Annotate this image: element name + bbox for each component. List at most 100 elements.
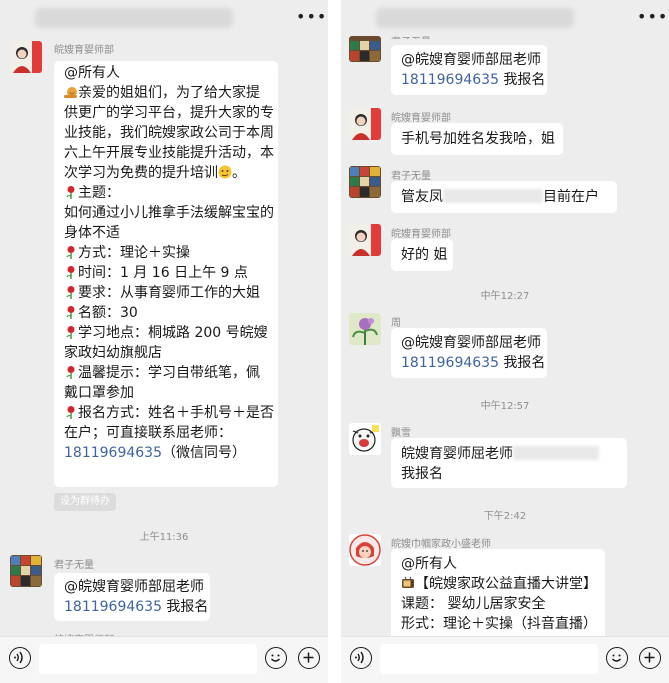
rose-emoji bbox=[64, 285, 78, 299]
input-bar bbox=[341, 636, 669, 683]
chat-pane-left: ••• 皖嫂育婴师部 @所有人 亲爱的姐姐们，为了给大家提 供更广的学习平台，提… bbox=[0, 0, 328, 683]
input-bar bbox=[0, 636, 328, 683]
message-line: @皖嫂育婴师部屈老师 bbox=[64, 579, 204, 595]
avatar[interactable] bbox=[10, 41, 42, 73]
sender-name: 皖嫂巾帼家政小盛老师 bbox=[391, 539, 491, 550]
phone-link[interactable]: 18119694635 bbox=[64, 599, 162, 615]
message-line: 方式：理论＋实操 bbox=[64, 243, 268, 263]
phone-link[interactable]: 18119694635 bbox=[64, 445, 162, 461]
message-line: 管友凤 目前在户 bbox=[401, 189, 599, 205]
snail-emoji bbox=[64, 85, 78, 99]
message-line: 时间：1 月 16 日上午 9 点 bbox=[64, 263, 268, 283]
message-line: 学习地点：桐城路 200 号皖嫂 bbox=[64, 323, 268, 343]
message-line: 手机号加姓名发我哈，姐 bbox=[401, 131, 555, 147]
message-line: 在户；可直接联系屈老师： bbox=[64, 425, 232, 441]
message-line: 身体不适 bbox=[64, 225, 120, 241]
plus-icon[interactable] bbox=[298, 647, 320, 669]
rose-emoji bbox=[64, 405, 78, 419]
message-line: 报名方式：姓名＋手机号＋是否 bbox=[64, 403, 274, 423]
avatar[interactable] bbox=[349, 166, 381, 198]
sender-name: 皖嫂育婴师部 bbox=[54, 45, 114, 56]
message-line: @皖嫂育婴师部屈老师 bbox=[401, 335, 541, 351]
smirk-emoji bbox=[218, 165, 232, 179]
message-line: 我报名 bbox=[401, 466, 443, 482]
message-input[interactable] bbox=[380, 644, 598, 674]
sender-name: 皖嫂育婴师部 bbox=[391, 113, 451, 124]
rose-emoji bbox=[64, 245, 78, 259]
message-line: 次学习为免费的提升培训。 bbox=[64, 165, 246, 181]
message-line: @所有人 bbox=[64, 65, 120, 81]
rose-emoji bbox=[64, 365, 78, 379]
message-line: 家政妇幼旗舰店 bbox=[64, 345, 162, 361]
chat-pane-right: ••• 君子无量 @皖嫂育婴师部屈老师 18119694635 我报名 皖嫂育婴… bbox=[341, 0, 669, 683]
rose-emoji bbox=[64, 305, 78, 319]
message-line: 亲爱的姐姐们，为了给大家提 bbox=[64, 83, 268, 103]
set-group-todo-button[interactable]: 设为群待办 bbox=[54, 493, 116, 511]
rose-emoji bbox=[64, 185, 78, 199]
message-bubble[interactable]: @皖嫂育婴师部屈老师 18119694635 我报名 bbox=[54, 573, 210, 621]
message-line: 18119694635（微信同号） bbox=[64, 445, 246, 461]
redacted-text bbox=[513, 446, 599, 460]
message-line: 戴口罩参加 bbox=[64, 385, 134, 401]
sender-name: 周 bbox=[391, 318, 401, 329]
chat-title-blurred bbox=[376, 8, 574, 28]
avatar[interactable] bbox=[349, 534, 381, 566]
plus-icon[interactable] bbox=[639, 647, 661, 669]
message-line: 要求：从事育婴师工作的大姐 bbox=[64, 283, 268, 303]
avatar[interactable] bbox=[349, 36, 381, 62]
message-line: 主题： bbox=[64, 183, 268, 203]
chat-title-blurred bbox=[35, 8, 233, 28]
message-line: @皖嫂育婴师部屈老师 bbox=[401, 52, 541, 68]
message-bubble[interactable]: @皖嫂育婴师部屈老师 18119694635 我报名 bbox=[391, 45, 547, 95]
phone-link[interactable]: 18119694635 bbox=[401, 72, 499, 88]
sender-name: 君子无量 bbox=[391, 33, 431, 39]
message-line: 业技能，我们皖嫂家政公司于本周 bbox=[64, 125, 274, 141]
message-line: 皖嫂育婴师屈老师 bbox=[401, 444, 617, 464]
avatar[interactable] bbox=[349, 313, 381, 345]
timestamp: 中午12:27 bbox=[480, 291, 530, 302]
message-line: 形式：理论＋实操（抖音直播） bbox=[401, 616, 597, 632]
timestamp: 中午12:57 bbox=[480, 401, 530, 412]
message-line: 18119694635 我报名 bbox=[401, 72, 546, 88]
voice-icon[interactable] bbox=[350, 647, 372, 669]
message-line: 供更广的学习平台，提升大家的专 bbox=[64, 105, 274, 121]
chat-header: ••• bbox=[0, 0, 328, 36]
message-line: 【皖嫂家政公益直播大讲堂】 bbox=[401, 574, 597, 594]
message-bubble[interactable]: 好的 姐 bbox=[391, 239, 453, 271]
rose-emoji bbox=[64, 265, 78, 279]
message-line: 如何通过小儿推拿手法缓解宝宝的 bbox=[64, 205, 274, 221]
message-input[interactable] bbox=[39, 644, 257, 674]
message-line: 18119694635 我报名 bbox=[401, 355, 546, 371]
message-bubble[interactable]: @皖嫂育婴师部屈老师 18119694635 我报名 bbox=[391, 328, 547, 378]
more-icon[interactable]: ••• bbox=[296, 9, 326, 25]
more-icon[interactable]: ••• bbox=[637, 9, 667, 25]
avatar[interactable] bbox=[349, 423, 381, 455]
message-line: 18119694635 我报名 bbox=[64, 599, 209, 615]
emoji-icon[interactable] bbox=[606, 647, 628, 669]
message-line: 好的 姐 bbox=[401, 247, 448, 263]
phone-link[interactable]: 18119694635 bbox=[401, 355, 499, 371]
tv-emoji bbox=[401, 576, 415, 590]
message-line: 课题： 婴幼儿居家安全 bbox=[401, 596, 546, 612]
voice-icon[interactable] bbox=[9, 647, 31, 669]
avatar[interactable] bbox=[349, 224, 381, 256]
message-bubble[interactable]: @所有人 【皖嫂家政公益直播大讲堂】 课题： 婴幼儿居家安全 形式：理论＋实操（… bbox=[391, 549, 605, 641]
message-line: @所有人 bbox=[401, 556, 457, 572]
announcement-bubble[interactable]: @所有人 亲爱的姐姐们，为了给大家提 供更广的学习平台，提升大家的专 业技能，我… bbox=[54, 61, 278, 487]
sender-name: 君子无量 bbox=[54, 560, 94, 571]
timestamp: 上午11:36 bbox=[139, 532, 189, 543]
timestamp: 下午2:42 bbox=[483, 511, 527, 522]
message-bubble[interactable]: 皖嫂育婴师屈老师 我报名 bbox=[391, 438, 627, 488]
avatar[interactable] bbox=[10, 555, 42, 587]
emoji-icon[interactable] bbox=[265, 647, 287, 669]
message-bubble[interactable]: 管友凤 目前在户 bbox=[391, 181, 617, 213]
message-bubble[interactable]: 手机号加姓名发我哈，姐 bbox=[391, 123, 563, 155]
redacted-text bbox=[443, 189, 543, 203]
chat-header: ••• bbox=[341, 0, 669, 36]
sender-name: 飘雪 bbox=[391, 428, 411, 439]
message-line: 温馨提示：学习自带纸笔，佩 bbox=[64, 363, 268, 383]
rose-emoji bbox=[64, 325, 78, 339]
avatar[interactable] bbox=[349, 108, 381, 140]
sender-name: 皖嫂育婴师部 bbox=[391, 229, 451, 240]
sender-name: 君子无量 bbox=[391, 171, 431, 182]
